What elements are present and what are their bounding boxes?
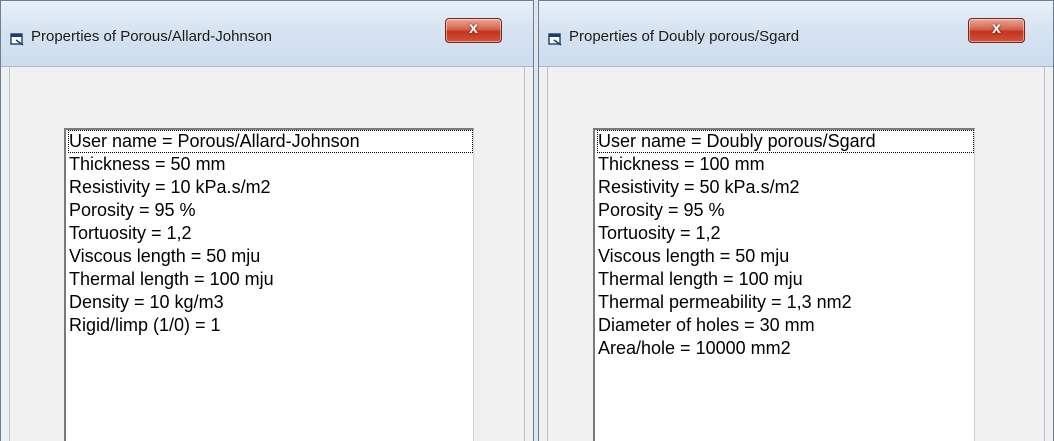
properties-list[interactable]: User name = Porous/Allard-Johnson Thickn… — [64, 128, 474, 441]
list-item-tortuosity[interactable]: Tortuosity = 1,2 — [597, 222, 974, 245]
close-icon: x — [469, 20, 478, 37]
close-icon: x — [992, 20, 1001, 37]
list-item-user-name[interactable]: User name = Porous/Allard-Johnson — [68, 130, 473, 153]
list-item-viscous-length[interactable]: Viscous length = 50 mju — [68, 245, 473, 268]
list-item-tortuosity[interactable]: Tortuosity = 1,2 — [68, 222, 473, 245]
list-item-thermal-length[interactable]: Thermal length = 100 mju — [68, 268, 473, 291]
list-item-density[interactable]: Density = 10 kg/m3 — [68, 291, 473, 314]
list-item-user-name[interactable]: User name = Doubly porous/Sgard — [597, 130, 974, 153]
window-title: Properties of Doubly porous/Sgard — [569, 28, 800, 45]
list-item-rigid-limp[interactable]: Rigid/limp (1/0) = 1 — [68, 314, 473, 337]
list-item-thickness[interactable]: Thickness = 50 mm — [68, 153, 473, 176]
list-item-area-hole[interactable]: Area/hole = 10000 mm2 — [597, 337, 974, 360]
list-item-resistivity[interactable]: Resistivity = 10 kPa.s/m2 — [68, 176, 473, 199]
list-item-porosity[interactable]: Porosity = 95 % — [68, 199, 473, 222]
window-icon[interactable] — [10, 32, 25, 47]
list-item-thermal-length[interactable]: Thermal length = 100 mju — [597, 268, 974, 291]
close-button[interactable]: x — [968, 18, 1025, 43]
list-item-viscous-length[interactable]: Viscous length = 50 mju — [597, 245, 974, 268]
properties-list[interactable]: User name = Doubly porous/Sgard Thicknes… — [593, 128, 975, 441]
window-icon[interactable] — [548, 32, 563, 47]
list-item-resistivity[interactable]: Resistivity = 50 kPa.s/m2 — [597, 176, 974, 199]
window-title: Properties of Porous/Allard-Johnson — [31, 28, 272, 45]
list-item-porosity[interactable]: Porosity = 95 % — [597, 199, 974, 222]
list-item-diameter-of-holes[interactable]: Diameter of holes = 30 mm — [597, 314, 974, 337]
list-item-thickness[interactable]: Thickness = 100 mm — [597, 153, 974, 176]
close-button[interactable]: x — [445, 18, 502, 43]
title-bar[interactable]: Properties of Porous/Allard-Johnson x — [1, 1, 533, 67]
list-item-thermal-permeability[interactable]: Thermal permeability = 1,3 nm2 — [597, 291, 974, 314]
title-bar[interactable]: Properties of Doubly porous/Sgard x — [539, 1, 1053, 67]
